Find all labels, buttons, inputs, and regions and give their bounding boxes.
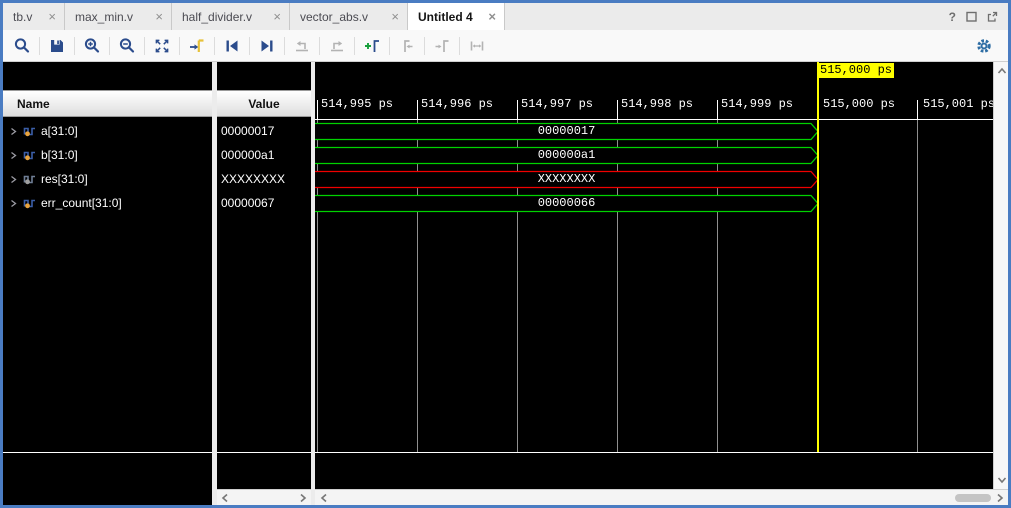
expand-chevron-icon[interactable] (10, 127, 17, 136)
signal-row-a[interactable]: a[31:0] (3, 119, 212, 143)
waveform-area[interactable]: 515,000 ps 514,995 ps 514,996 ps 514,997… (315, 62, 993, 489)
tab-label: Untitled 4 (418, 10, 473, 24)
signal-row-err-count[interactable]: err_count[31:0] (3, 191, 212, 215)
signal-value: 00000017 (217, 119, 311, 143)
signal-name-rows: a[31:0] b[31:0] res[31:0] err_count[31:0… (3, 119, 212, 215)
save-wave-configuration-icon[interactable] (44, 33, 70, 59)
next-marker-icon (429, 33, 455, 59)
bus-signal-icon (23, 198, 36, 209)
next-transition-icon[interactable] (254, 33, 280, 59)
find-icon[interactable] (9, 33, 35, 59)
tab-label: vector_abs.v (300, 10, 368, 24)
signal-value: 000000a1 (217, 143, 311, 167)
signal-name-panel: Name a[31:0] b[31:0] res[31:0] err_co (3, 62, 212, 505)
window-controls: ? (949, 3, 998, 30)
bus-signal-icon (23, 126, 36, 137)
ruler-tick-label: 514,999 ps (721, 97, 793, 111)
close-icon[interactable]: × (391, 10, 399, 23)
ruler-tick-label: 515,000 ps (823, 97, 895, 111)
signal-value-panel: Value 00000017 000000a1 XXXXXXXX 0000006… (217, 62, 311, 505)
wave-vertical-scrollbar[interactable] (993, 62, 1008, 489)
expand-chevron-icon[interactable] (10, 175, 17, 184)
signal-row-b[interactable]: b[31:0] (3, 143, 212, 167)
tab-label: half_divider.v (182, 10, 252, 24)
tab-vector-abs-v[interactable]: vector_abs.v × (290, 3, 408, 30)
tab-tb-v[interactable]: tb.v × (3, 3, 65, 30)
bus-value-b: 000000a1 (315, 147, 818, 164)
waveform-toolbar (3, 30, 1008, 62)
grid-lines (318, 119, 918, 452)
time-cursor-label[interactable]: 515,000 ps (818, 63, 894, 78)
signal-name: b[31:0] (41, 148, 78, 162)
previous-transition-icon[interactable] (219, 33, 245, 59)
expand-chevron-icon[interactable] (10, 199, 17, 208)
ruler-tick-label: 514,995 ps (321, 97, 393, 111)
signal-name: res[31:0] (41, 172, 88, 186)
ruler-tick-label: 514,997 ps (521, 97, 593, 111)
scroll-right-icon[interactable] (996, 493, 1004, 503)
signal-name: a[31:0] (41, 124, 78, 138)
zoom-to-cursor-icon[interactable] (184, 33, 210, 59)
settings-gear-icon[interactable] (975, 37, 993, 55)
tab-bar: tb.v × max_min.v × half_divider.v × vect… (3, 3, 1008, 31)
value-horizontal-scrollbar[interactable] (217, 489, 311, 505)
wave-horizontal-scrollbar[interactable] (315, 489, 1008, 505)
panel-divider-line (3, 452, 212, 453)
bus-signal-icon (23, 174, 36, 185)
ruler-tick-label: 515,001 ps (923, 97, 993, 111)
close-icon[interactable]: × (273, 10, 281, 23)
signal-value: 00000067 (217, 191, 311, 215)
zoom-in-icon[interactable] (79, 33, 105, 59)
zoom-fit-icon[interactable] (149, 33, 175, 59)
name-column-header[interactable]: Name (3, 90, 212, 117)
scroll-left-icon[interactable] (320, 493, 328, 503)
scrollbar-thumb[interactable] (955, 494, 991, 502)
tab-half-divider-v[interactable]: half_divider.v × (172, 3, 290, 30)
tab-max-min-v[interactable]: max_min.v × (65, 3, 172, 30)
ruler-tick-label: 514,998 ps (621, 97, 693, 111)
panel-divider-line (217, 452, 311, 453)
signal-row-res[interactable]: res[31:0] (3, 167, 212, 191)
signal-value: XXXXXXXX (217, 167, 311, 191)
previous-event-icon (289, 33, 315, 59)
help-icon[interactable]: ? (949, 10, 956, 24)
bus-value-res: XXXXXXXX (315, 171, 818, 188)
tab-label: max_min.v (75, 10, 133, 24)
bus-value-err-count: 00000066 (315, 195, 818, 212)
close-icon[interactable]: × (155, 10, 163, 23)
value-column-header[interactable]: Value (217, 90, 311, 117)
close-icon[interactable]: × (48, 10, 56, 23)
swap-cursors-icon (464, 33, 490, 59)
next-event-icon (324, 33, 350, 59)
maximize-icon[interactable] (966, 11, 977, 22)
ruler-tick-label: 514,996 ps (421, 97, 493, 111)
expand-chevron-icon[interactable] (10, 151, 17, 160)
bus-value-a: 00000017 (315, 123, 818, 140)
close-icon[interactable]: × (488, 10, 496, 23)
add-marker-icon[interactable] (359, 33, 385, 59)
tab-untitled-4[interactable]: Untitled 4 × (408, 3, 505, 30)
bus-signal-icon (23, 150, 36, 161)
signal-name: err_count[31:0] (41, 196, 122, 210)
scroll-down-icon[interactable] (997, 476, 1007, 484)
scroll-left-icon[interactable] (221, 493, 229, 503)
tab-label: tb.v (13, 10, 32, 24)
zoom-out-icon[interactable] (114, 33, 140, 59)
simulation-waveform-window: tb.v × max_min.v × half_divider.v × vect… (0, 0, 1011, 508)
previous-marker-icon (394, 33, 420, 59)
scroll-right-icon[interactable] (299, 493, 307, 503)
scroll-up-icon[interactable] (997, 67, 1007, 75)
float-window-icon[interactable] (987, 11, 998, 22)
signal-value-rows: 00000017 000000a1 XXXXXXXX 00000067 (217, 119, 311, 215)
